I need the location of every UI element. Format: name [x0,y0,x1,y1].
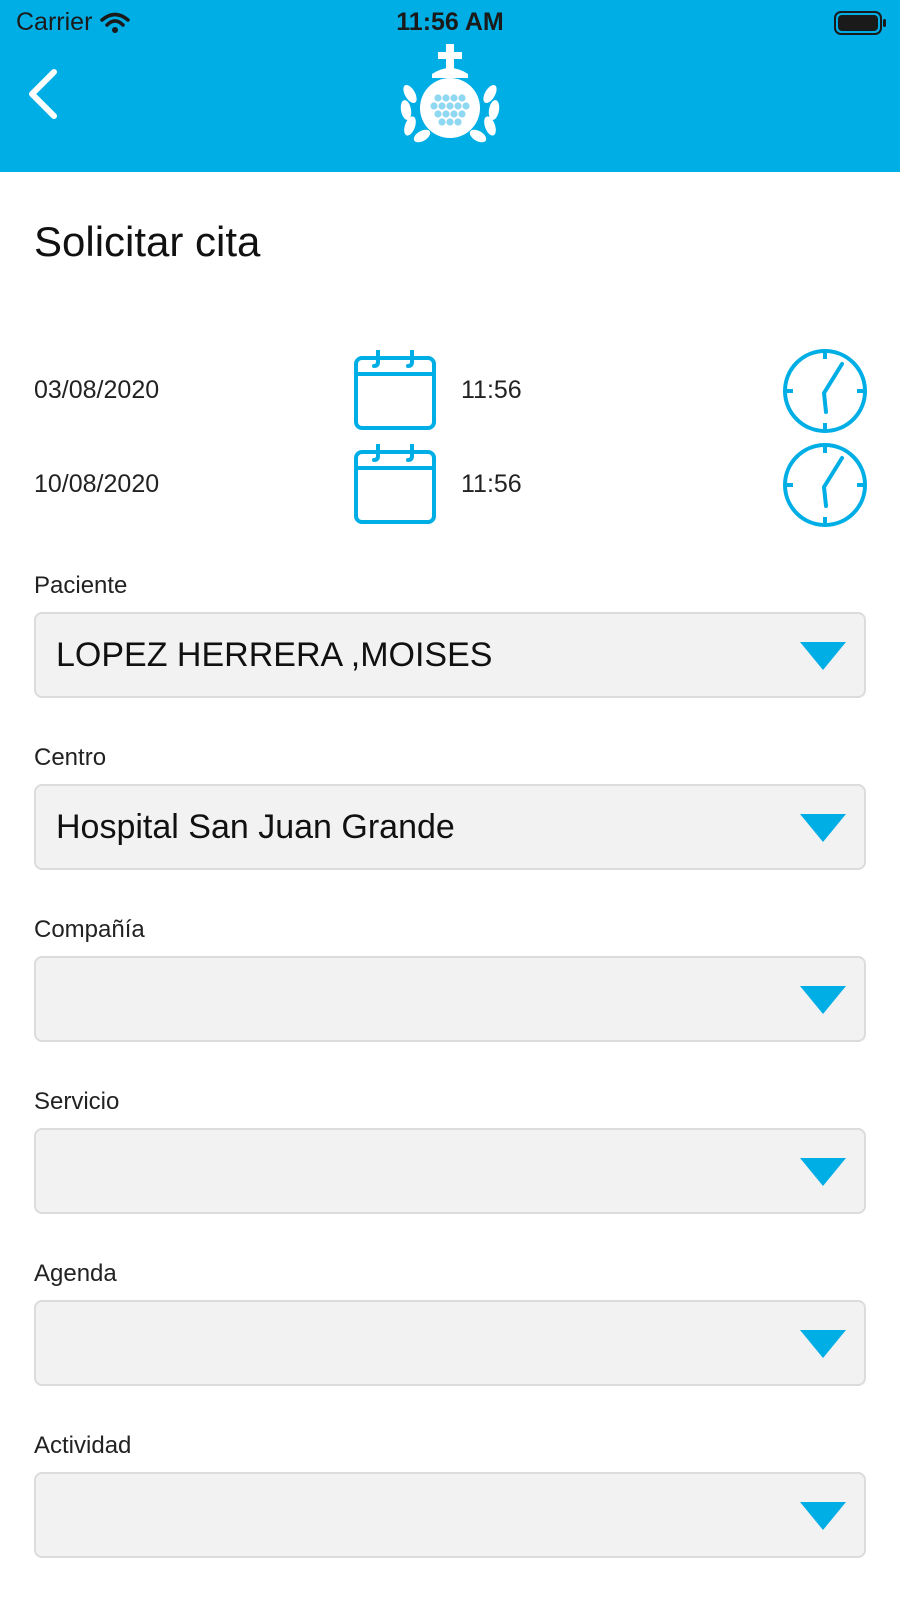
end-time-value[interactable]: 11:56 [461,470,522,499]
chevron-left-icon [29,69,57,119]
dropdown-arrow-icon [800,1158,846,1186]
page-title: Solicitar cita [34,218,261,265]
paciente-select[interactable]: LOPEZ HERRERA ,MOISES [34,612,866,698]
compania-label: Compañía [34,916,145,943]
calendar-icon[interactable] [352,442,440,526]
date-time-row-end: 10/08/2020 11:56 [0,442,900,528]
app-header: Carrier 11:56 AM [0,0,900,172]
hospital-logo [396,44,504,144]
agenda-select[interactable] [34,1300,866,1386]
clock-icon[interactable] [782,442,868,528]
servicio-label: Servicio [34,1088,120,1115]
agenda-label: Agenda [34,1260,117,1287]
actividad-select[interactable] [34,1472,866,1558]
paciente-label: Paciente [34,572,128,599]
dropdown-arrow-icon [800,642,846,670]
dropdown-arrow-icon [800,814,846,842]
end-date-value[interactable]: 10/08/2020 [34,470,159,499]
actividad-label: Actividad [34,1432,132,1459]
dropdown-arrow-icon [800,986,846,1014]
compania-select[interactable] [34,956,866,1042]
start-date-value[interactable]: 03/08/2020 [34,376,159,405]
date-time-row-start: 03/08/2020 11:56 [0,348,900,434]
centro-label: Centro [34,744,107,771]
start-time-value[interactable]: 11:56 [461,376,522,405]
status-time: 11:56 AM [396,8,504,36]
battery-icon [834,10,888,41]
dropdown-arrow-icon [800,1330,846,1358]
calendar-icon[interactable] [352,348,440,432]
servicio-select[interactable] [34,1128,866,1214]
dropdown-arrow-icon [800,1502,846,1530]
back-button[interactable] [22,66,72,122]
clock-icon[interactable] [782,348,868,434]
paciente-value: LOPEZ HERRERA ,MOISES [56,636,493,674]
centro-select[interactable]: Hospital San Juan Grande [34,784,866,870]
centro-value: Hospital San Juan Grande [56,808,455,846]
